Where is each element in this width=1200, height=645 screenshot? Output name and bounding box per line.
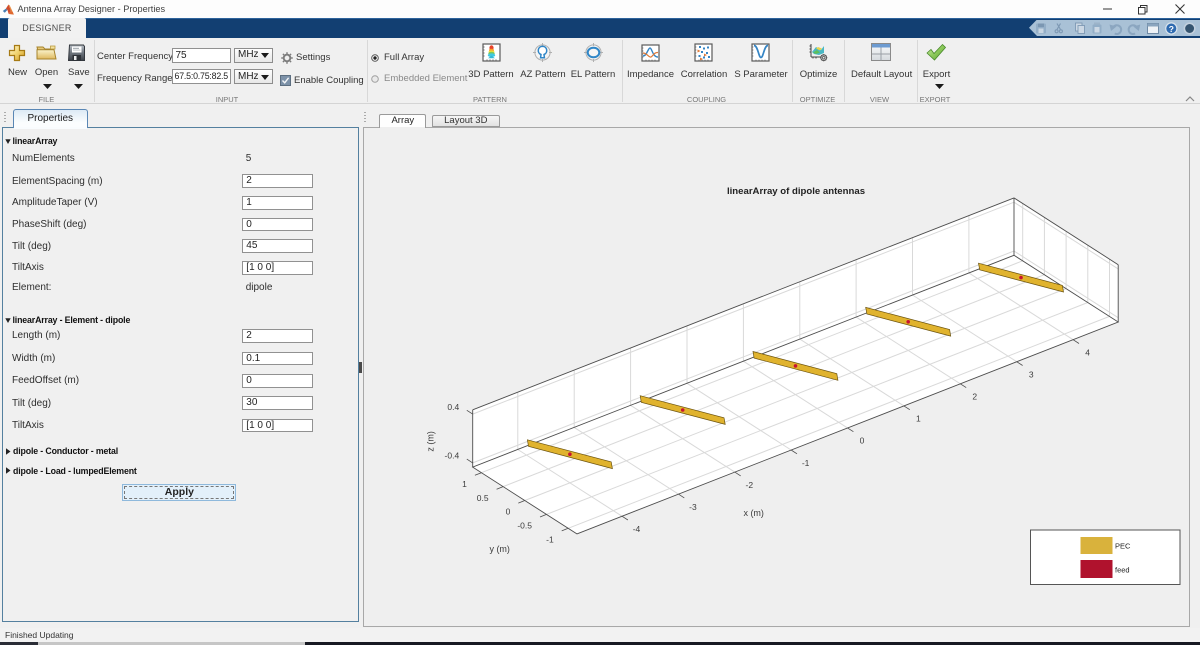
svg-text:x (m): x (m) — [743, 508, 764, 518]
svg-text:-0.5: -0.5 — [517, 521, 532, 531]
svg-text:3: 3 — [1029, 370, 1034, 380]
svg-text:0.4: 0.4 — [447, 402, 459, 412]
svg-text:-0.4: -0.4 — [445, 451, 460, 461]
svg-text:-1: -1 — [802, 458, 810, 468]
svg-text:0: 0 — [506, 507, 511, 517]
svg-text:1: 1 — [916, 414, 921, 424]
svg-text:?: ? — [1169, 23, 1174, 33]
svg-text:-3: -3 — [689, 502, 697, 512]
svg-text:0.5: 0.5 — [477, 493, 489, 503]
svg-text:feed: feed — [1115, 566, 1130, 575]
svg-text:-4: -4 — [633, 524, 641, 534]
svg-text:4: 4 — [1085, 348, 1090, 358]
svg-text:y (m): y (m) — [489, 544, 510, 554]
svg-text:-2: -2 — [746, 480, 754, 490]
svg-text:0: 0 — [860, 436, 865, 446]
svg-text:z (m): z (m) — [426, 431, 436, 452]
svg-text:linearArray of dipole antennas: linearArray of dipole antennas — [727, 186, 865, 197]
svg-text:-1: -1 — [546, 535, 554, 545]
svg-text:1: 1 — [462, 479, 467, 489]
svg-text:PEC: PEC — [1115, 542, 1131, 551]
svg-text:2: 2 — [972, 392, 977, 402]
